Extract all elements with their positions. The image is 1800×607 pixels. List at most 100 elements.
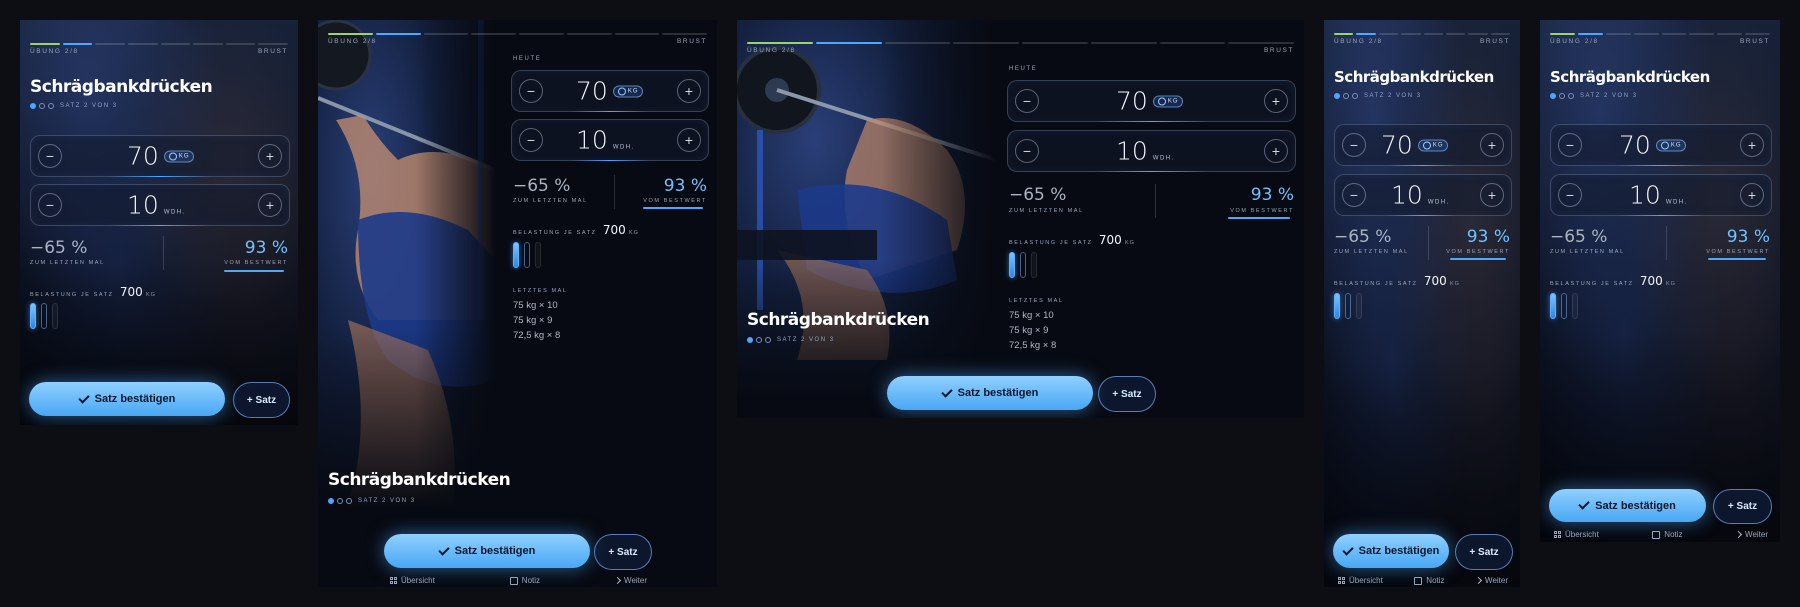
add-set-button[interactable]: + Satz bbox=[1713, 489, 1772, 524]
history-entry: 75 kg × 10 bbox=[1009, 310, 1054, 321]
best-pct-label: VOM BESTWERT bbox=[1230, 208, 1294, 214]
checkmark-icon bbox=[77, 391, 90, 404]
reps-value[interactable]: 10 WDH. bbox=[127, 191, 186, 220]
reps-increase-button[interactable]: + bbox=[677, 128, 701, 152]
set-bar bbox=[1345, 293, 1351, 319]
weight-value[interactable]: 70 KG bbox=[127, 142, 195, 171]
set-indicator: SATZ 2 VON 3 bbox=[1334, 93, 1422, 99]
reps-increase-button[interactable]: + bbox=[1264, 139, 1288, 163]
checkmark-icon bbox=[437, 543, 450, 556]
weight-stepper: − 70 KG + bbox=[1334, 124, 1512, 166]
checkmark-icon bbox=[940, 385, 953, 398]
load-label: BELASTUNG JE SATZ 700 KG bbox=[1334, 274, 1460, 288]
reps-decrease-button[interactable]: − bbox=[519, 128, 543, 152]
last-delta-label: ZUM LETZTEN MAL bbox=[1550, 249, 1625, 255]
unit-toggle[interactable]: KG bbox=[1152, 95, 1184, 108]
nav-note[interactable]: Notiz bbox=[1652, 530, 1683, 539]
reps-decrease-button[interactable]: − bbox=[1015, 139, 1039, 163]
weight-increase-button[interactable]: + bbox=[1264, 89, 1288, 113]
reps-stepper: − 10 WDH. + bbox=[1007, 130, 1296, 172]
reps-increase-button[interactable]: + bbox=[1480, 183, 1504, 207]
unit-toggle[interactable]: KG bbox=[1655, 139, 1687, 152]
exercise-counter: ÜBUNG 2/8 bbox=[328, 38, 377, 45]
reps-decrease-button[interactable]: − bbox=[1342, 183, 1366, 207]
exercise-progress-bar bbox=[30, 43, 288, 45]
set-bars bbox=[513, 242, 541, 268]
set-bar bbox=[30, 303, 36, 329]
weight-increase-button[interactable]: + bbox=[677, 79, 701, 103]
last-delta-label: ZUM LETZTEN MAL bbox=[513, 198, 588, 204]
history-label: LETZTES MAL bbox=[1009, 298, 1064, 304]
muscle-group: BRUST bbox=[1263, 47, 1294, 54]
weight-decrease-button[interactable]: − bbox=[1342, 133, 1366, 157]
confirm-set-button[interactable]: Satz bestätigen bbox=[1549, 489, 1706, 522]
nav-next[interactable]: Weiter bbox=[613, 576, 647, 585]
reps-decrease-button[interactable]: − bbox=[1558, 183, 1582, 207]
exercise-title: Schrägbankdrücken bbox=[1334, 68, 1494, 86]
nav-overview[interactable]: Übersicht bbox=[1554, 530, 1599, 539]
add-set-button[interactable]: + Satz bbox=[233, 382, 290, 418]
weight-increase-button[interactable]: + bbox=[1480, 133, 1504, 157]
nav-next[interactable]: Weiter bbox=[1734, 530, 1768, 539]
set-bar bbox=[1020, 252, 1026, 278]
best-pct-underline bbox=[224, 270, 284, 272]
nav-overview[interactable]: Übersicht bbox=[390, 576, 435, 585]
note-icon bbox=[509, 576, 518, 585]
weight-decrease-button[interactable]: − bbox=[38, 144, 62, 168]
athlete-photo bbox=[318, 20, 496, 530]
load-label: BELASTUNG JE SATZ 700 KG bbox=[30, 285, 156, 299]
best-pct-underline bbox=[1228, 217, 1290, 219]
weight-stepper: − 70 KG + bbox=[1550, 124, 1772, 166]
weight-value[interactable]: 70 KG bbox=[1619, 131, 1687, 160]
reps-decrease-button[interactable]: − bbox=[38, 193, 62, 217]
set-bar bbox=[1031, 252, 1037, 278]
reps-value[interactable]: 10 WDH. bbox=[1116, 137, 1175, 166]
confirm-set-button[interactable]: Satz bestätigen bbox=[29, 382, 225, 416]
confirm-set-button[interactable]: Satz bestätigen bbox=[887, 376, 1093, 410]
weight-value[interactable]: 70 KG bbox=[1381, 131, 1449, 160]
set-bar bbox=[1550, 293, 1556, 319]
nav-note[interactable]: Notiz bbox=[1414, 576, 1445, 585]
set-bar bbox=[1334, 293, 1340, 319]
nav-next[interactable]: Weiter bbox=[1474, 576, 1508, 585]
best-pct: 93 % bbox=[1466, 227, 1510, 247]
reps-value[interactable]: 10 WDH. bbox=[1629, 181, 1688, 210]
weight-decrease-button[interactable]: − bbox=[1015, 89, 1039, 113]
last-delta-label: ZUM LETZTEN MAL bbox=[1009, 208, 1084, 214]
weight-increase-button[interactable]: + bbox=[258, 144, 282, 168]
add-set-button[interactable]: + Satz bbox=[1098, 376, 1156, 412]
mockup-landscape: ÜBUNG 2/8 BRUST HEUTE − 70 KG + − 10 WDH.… bbox=[737, 20, 1304, 418]
set-bars bbox=[1009, 252, 1037, 278]
bottom-nav: Übersicht Notiz Weiter bbox=[390, 576, 647, 585]
unit-toggle-icon bbox=[168, 152, 177, 161]
muscle-group: BRUST bbox=[1479, 38, 1510, 45]
nav-note[interactable]: Notiz bbox=[509, 576, 540, 585]
reps-increase-button[interactable]: + bbox=[1740, 183, 1764, 207]
weight-value[interactable]: 70 KG bbox=[1116, 87, 1184, 116]
last-delta-label: ZUM LETZTEN MAL bbox=[30, 260, 105, 266]
grid-icon bbox=[1554, 531, 1561, 538]
weight-increase-button[interactable]: + bbox=[1740, 133, 1764, 157]
confirm-set-button[interactable]: Satz bestätigen bbox=[384, 534, 590, 568]
unit-toggle[interactable]: KG bbox=[1417, 139, 1449, 152]
weight-value[interactable]: 70 KG bbox=[576, 77, 644, 106]
reps-value[interactable]: 10 WDH. bbox=[1391, 181, 1450, 210]
set-bar bbox=[41, 303, 47, 329]
reps-stepper: − 10 WDH. + bbox=[1334, 174, 1512, 216]
unit-toggle[interactable]: KG bbox=[612, 85, 644, 98]
add-set-button[interactable]: + Satz bbox=[594, 534, 652, 570]
set-bar bbox=[1356, 293, 1362, 319]
exercise-counter: ÜBUNG 2/8 bbox=[1550, 38, 1599, 45]
last-delta: −65 % bbox=[513, 176, 571, 196]
unit-toggle[interactable]: KG bbox=[163, 150, 195, 163]
add-set-button[interactable]: + Satz bbox=[1455, 534, 1513, 570]
nav-overview[interactable]: Übersicht bbox=[1338, 576, 1383, 585]
weight-decrease-button[interactable]: − bbox=[519, 79, 543, 103]
confirm-set-button[interactable]: Satz bestätigen bbox=[1333, 534, 1449, 568]
reps-value[interactable]: 10 WDH. bbox=[576, 126, 635, 155]
weight-decrease-button[interactable]: − bbox=[1558, 133, 1582, 157]
load-label: BELASTUNG JE SATZ 700 KG bbox=[1550, 274, 1676, 288]
last-delta: −65 % bbox=[30, 238, 88, 258]
reps-increase-button[interactable]: + bbox=[258, 193, 282, 217]
mockup-phone-a: ÜBUNG 2/8 BRUST Schrägbankdrücken SATZ 2… bbox=[1324, 20, 1520, 587]
